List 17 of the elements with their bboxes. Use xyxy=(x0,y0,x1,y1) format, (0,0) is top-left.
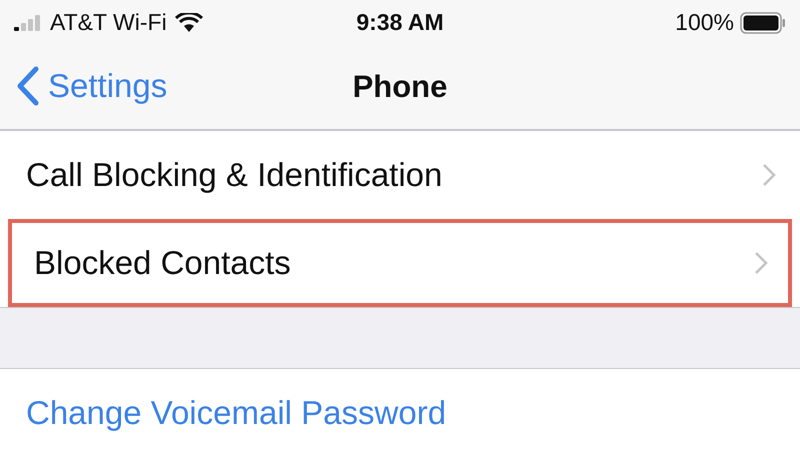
clock-text: 9:38 AM xyxy=(356,9,444,36)
wifi-icon xyxy=(174,12,203,32)
nav-title: Phone xyxy=(352,69,448,105)
signal-icon xyxy=(14,14,42,30)
settings-row[interactable]: Blocked Contacts xyxy=(8,219,792,307)
carrier-text: AT&T Wi-Fi xyxy=(50,9,167,36)
chevron-icon xyxy=(762,163,776,187)
battery-text: 100% xyxy=(675,9,734,36)
battery-icon xyxy=(740,12,786,34)
row-label: Call Blocking & Identification xyxy=(26,156,442,194)
settings-row[interactable]: Call Blocking & Identification xyxy=(0,131,800,219)
settings-row[interactable]: Change Voicemail Password xyxy=(0,369,800,450)
back-chevron-icon xyxy=(16,66,40,106)
chevron-icon xyxy=(754,251,768,275)
row-label: Blocked Contacts xyxy=(34,244,291,282)
row-label: Change Voicemail Password xyxy=(26,394,446,432)
back-button[interactable]: Settings xyxy=(16,66,168,106)
